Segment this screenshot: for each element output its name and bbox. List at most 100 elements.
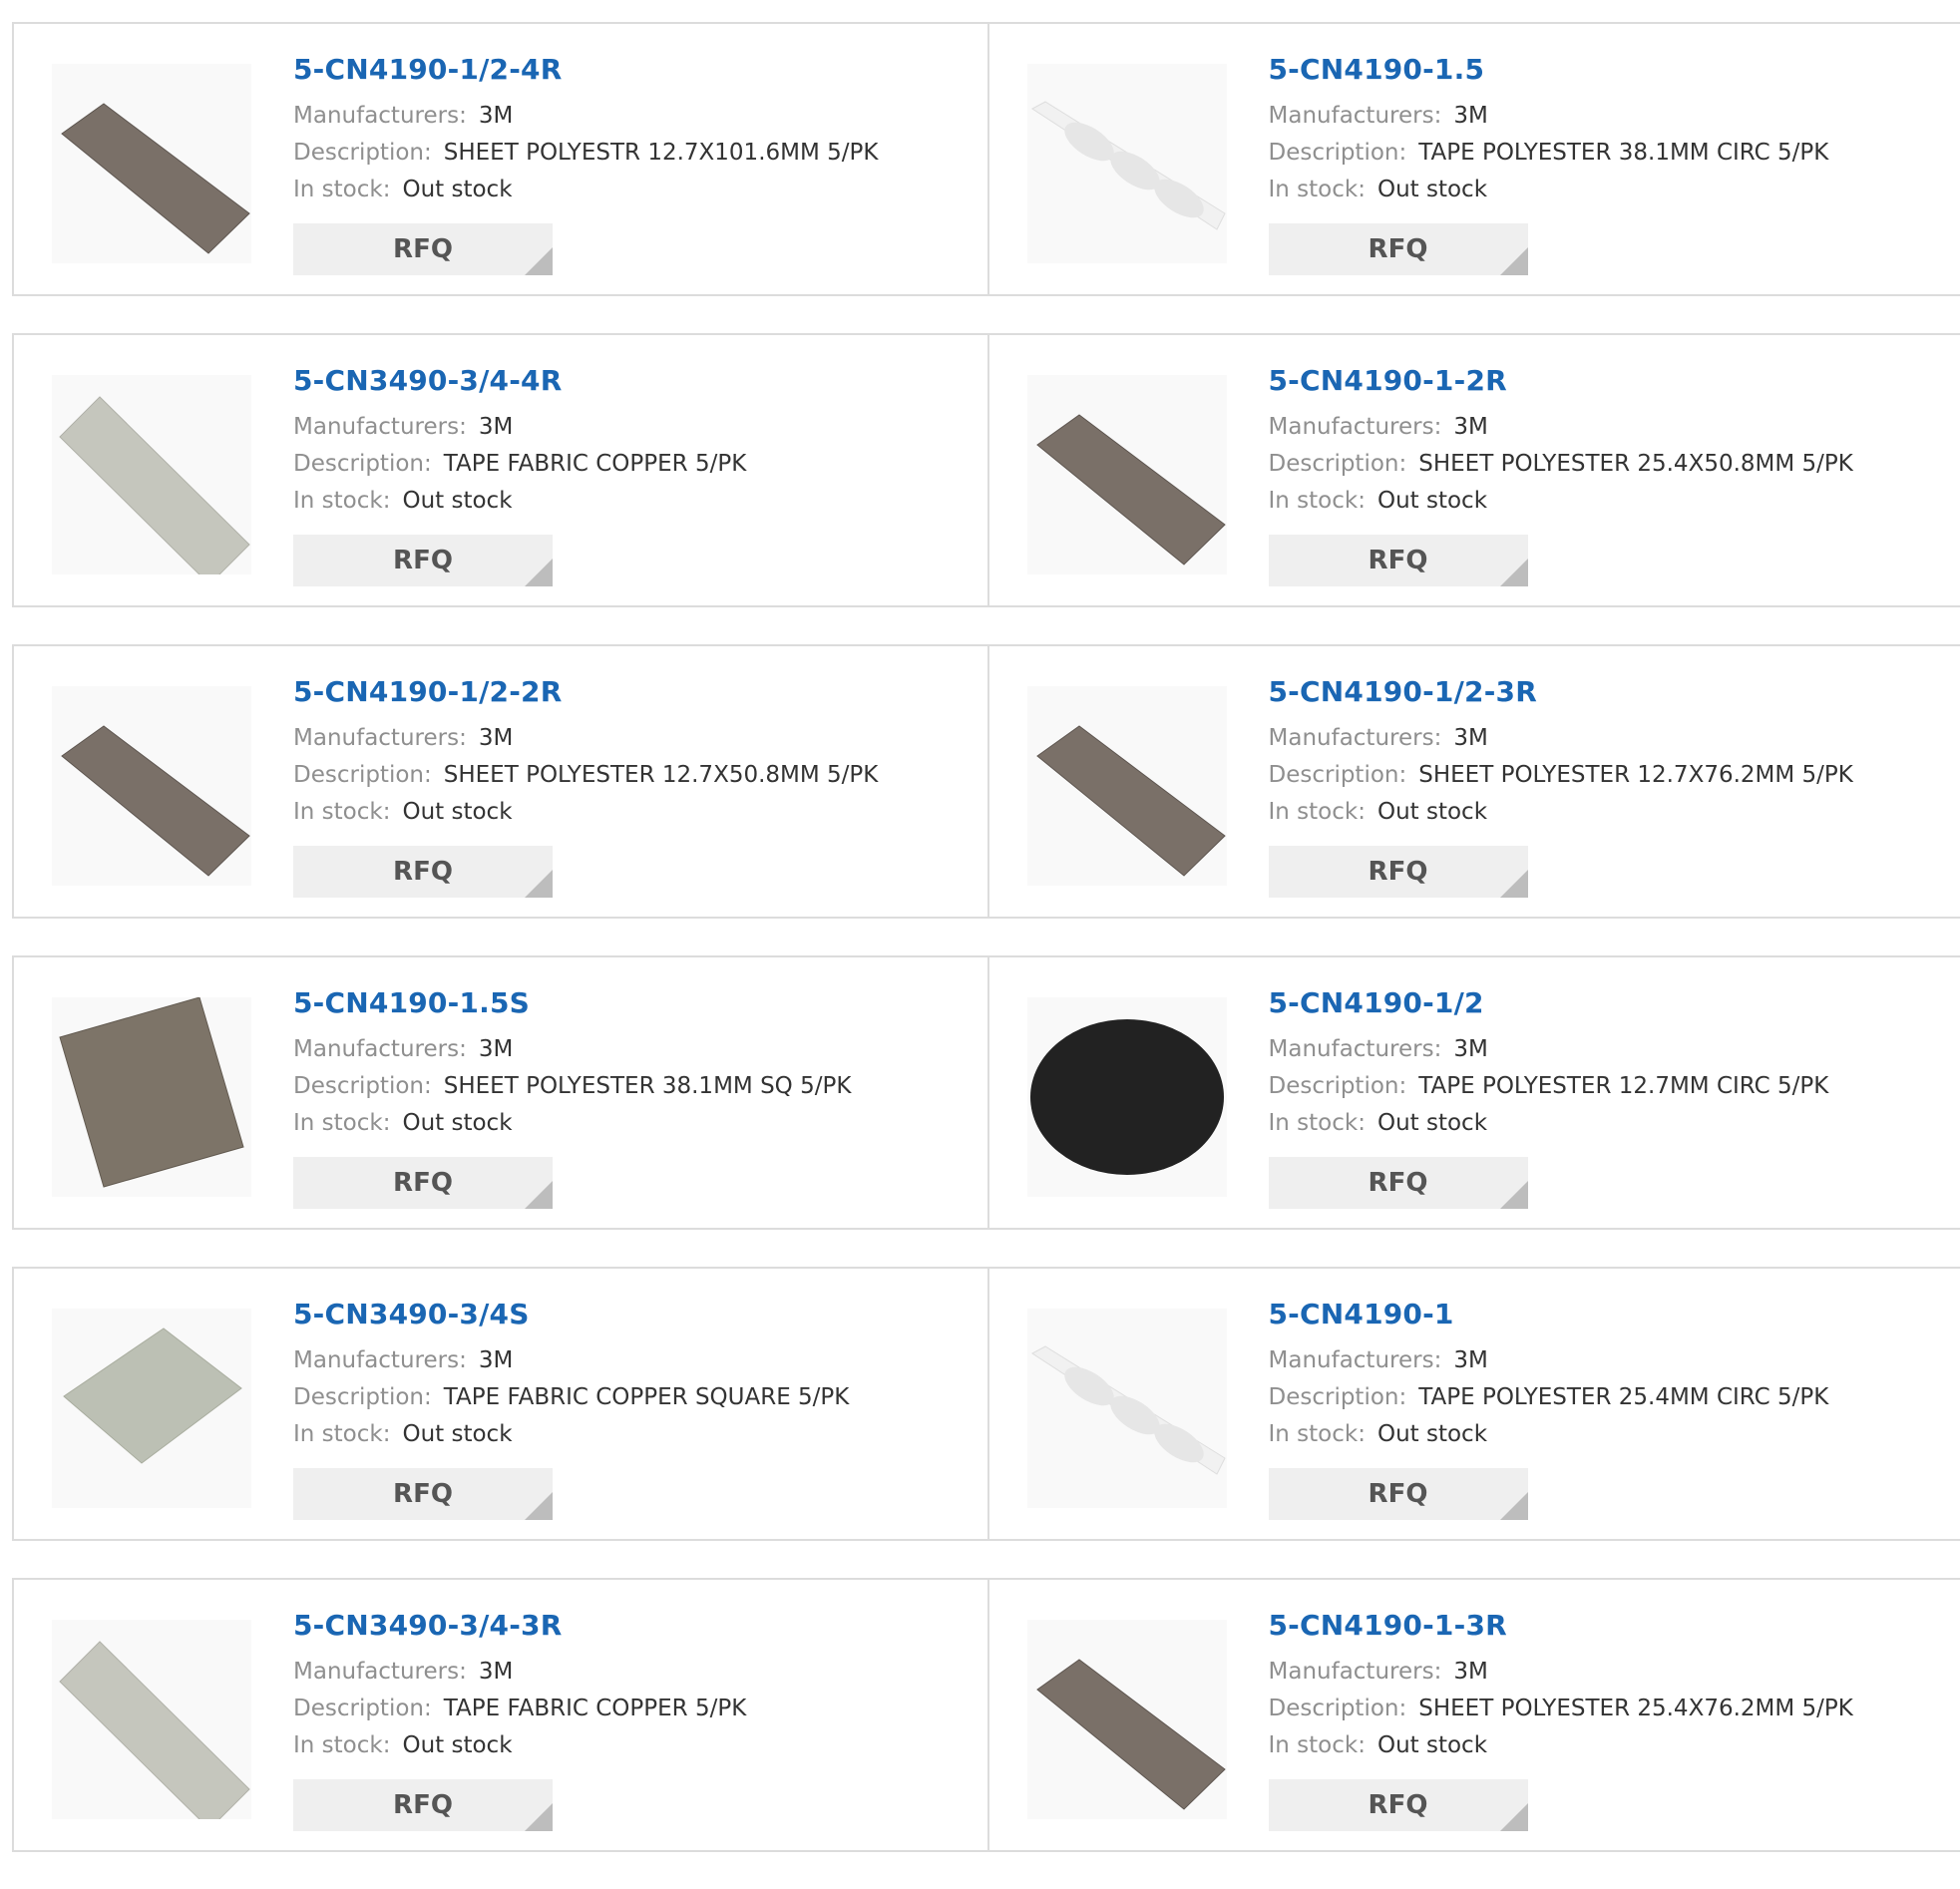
product-info: 5-CN4190-1.5 Manufacturers:3MDescription:… xyxy=(1269,54,1829,208)
product-card: 5-CN4190-1/2-4RManufacturers:3MDescripti… xyxy=(14,24,987,294)
manufacturer-line: Manufacturers:3M xyxy=(1269,98,1829,135)
product-image[interactable] xyxy=(52,64,251,263)
corner-triangle-icon xyxy=(525,559,553,586)
rfq-button[interactable]: RFQ xyxy=(1269,535,1528,586)
product-row: 5-CN4190-1.5SManufacturers:3MDescription… xyxy=(12,955,1960,1230)
stock-status-label: In stock: xyxy=(293,1732,390,1758)
product-info: 5-CN3490-3/4SManufacturers:3MDescription… xyxy=(293,1299,849,1453)
stock-status-line: In stock: Out stock xyxy=(293,794,878,831)
manufacturer-value: 3M xyxy=(1453,103,1487,129)
product-name-link[interactable]: 5-CN4190-1.5S xyxy=(293,987,851,1019)
manufacturer-line: Manufacturers:3M xyxy=(293,1654,746,1691)
manufacturer-line: Manufacturers:3M xyxy=(1269,1654,1853,1691)
rfq-button[interactable]: RFQ xyxy=(1269,846,1528,898)
product-name-link[interactable]: 5-CN3490-3/4-4R xyxy=(293,365,746,397)
description-line: Description:SHEET POLYESTER 12.7X50.8MM … xyxy=(293,757,878,794)
stock-status-value: Out stock xyxy=(1377,488,1487,514)
product-card: 5-CN3490-3/4-4R Manufacturers:3MDescripti… xyxy=(14,335,987,605)
description-label: Description: xyxy=(293,1696,432,1721)
rfq-button[interactable]: RFQ xyxy=(293,223,553,275)
product-info: 5-CN4190-1/2-2R Manufacturers:3MDescripti… xyxy=(293,676,878,831)
description-value: TAPE POLYESTER 12.7MM CIRC 5/PK xyxy=(1418,1073,1828,1099)
stock-status-value: Out stock xyxy=(1377,1110,1487,1136)
stock-status-label: In stock: xyxy=(293,488,390,514)
corner-triangle-icon xyxy=(525,1181,553,1209)
manufacturer-value: 3M xyxy=(1453,414,1487,440)
corner-triangle-icon xyxy=(525,1492,553,1520)
product-image[interactable] xyxy=(52,1620,251,1819)
rfq-button[interactable]: RFQ xyxy=(293,1779,553,1831)
stock-status-label: In stock: xyxy=(293,799,390,825)
description-value: TAPE POLYESTER 38.1MM CIRC 5/PK xyxy=(1418,140,1828,166)
product-name-link[interactable]: 5-CN3490-3/4S xyxy=(293,1299,849,1330)
rfq-button[interactable]: RFQ xyxy=(1269,1157,1528,1209)
manufacturer-line: Manufacturers:3M xyxy=(293,720,878,757)
product-info: 5-CN3490-3/4-3RManufacturers:3MDescripti… xyxy=(293,1610,746,1764)
rfq-button[interactable]: RFQ xyxy=(293,1157,553,1209)
stock-status-label: In stock: xyxy=(293,177,390,202)
stock-status-value: Out stock xyxy=(402,799,512,825)
product-image[interactable] xyxy=(52,375,251,574)
description-label: Description: xyxy=(1269,1384,1407,1410)
manufacturer-line: Manufacturers:3M xyxy=(1269,409,1853,446)
description-value: SHEET POLYESTR 12.7X101.6MM 5/PK xyxy=(444,140,879,166)
product-row: 5-CN4190-1/2-4RManufacturers:3MDescripti… xyxy=(12,22,1960,296)
stock-status-value: Out stock xyxy=(402,1732,512,1758)
product-card: 5-CN3490-3/4-3RManufacturers:3MDescripti… xyxy=(14,1580,987,1850)
product-image[interactable] xyxy=(1027,1309,1227,1508)
description-value: TAPE FABRIC COPPER 5/PK xyxy=(444,1696,747,1721)
stock-status-line: In stock:Out stock xyxy=(293,1416,849,1453)
description-line: Description:TAPE FABRIC COPPER 5/PK xyxy=(293,446,746,483)
stock-status-line: In stock:Out stock xyxy=(293,1105,851,1142)
product-card: 5-CN4190-1.5 Manufacturers:3MDescription:… xyxy=(987,24,1960,294)
description-label: Description: xyxy=(1269,1073,1407,1099)
product-image[interactable] xyxy=(52,997,251,1197)
product-name-link[interactable]: 5-CN4190-1.5 xyxy=(1269,54,1829,86)
rfq-button[interactable]: RFQ xyxy=(1269,223,1528,275)
stock-status-value: Out stock xyxy=(1377,1421,1487,1447)
product-card: 5-CN4190-1.5SManufacturers:3MDescription… xyxy=(14,957,987,1228)
manufacturer-line: Manufacturers:3M xyxy=(293,409,746,446)
product-name-link[interactable]: 5-CN4190-1/2-2R xyxy=(293,676,878,708)
product-name-link[interactable]: 5-CN4190-1 xyxy=(1269,1299,1829,1330)
description-value: SHEET POLYESTER 25.4X76.2MM 5/PK xyxy=(1418,1696,1853,1721)
product-name-link[interactable]: 5-CN4190-1-3R xyxy=(1269,1610,1853,1642)
product-name-link[interactable]: 5-CN4190-1/2-3R xyxy=(1269,676,1853,708)
description-line: Description:TAPE POLYESTER 38.1MM CIRC 5… xyxy=(1269,135,1829,172)
stock-status-label: In stock: xyxy=(293,1421,390,1447)
corner-triangle-icon xyxy=(525,870,553,898)
product-card: 5-CN3490-3/4SManufacturers:3MDescription… xyxy=(14,1269,987,1539)
product-image[interactable] xyxy=(1027,64,1227,263)
stock-status-label: In stock: xyxy=(293,1110,390,1136)
product-info: 5-CN4190-1.5SManufacturers:3MDescription… xyxy=(293,987,851,1142)
product-image[interactable] xyxy=(52,686,251,886)
description-line: Description: TAPE FABRIC COPPER 5/PK xyxy=(293,1691,746,1727)
product-name-link[interactable]: 5-CN4190-1/2-4R xyxy=(293,54,878,86)
product-info: 5-CN4190-1-2RManufacturers:3MDescription… xyxy=(1269,365,1853,520)
description-label: Description: xyxy=(293,1384,432,1410)
stock-status-label: In stock: xyxy=(1269,177,1366,202)
product-name-link[interactable]: 5-CN4190-1-2R xyxy=(1269,365,1853,397)
manufacturer-value: 3M xyxy=(1453,725,1487,751)
rfq-label: RFQ xyxy=(1269,846,1528,898)
manufacturer-label: Manufacturers: xyxy=(293,103,467,129)
rfq-button[interactable]: RFQ xyxy=(1269,1468,1528,1520)
rfq-button[interactable]: RFQ xyxy=(1269,1779,1528,1831)
stock-status-value: Out stock xyxy=(1377,1732,1487,1758)
product-name-link[interactable]: 5-CN3490-3/4-3R xyxy=(293,1610,746,1642)
product-image[interactable] xyxy=(1027,375,1227,574)
rfq-label: RFQ xyxy=(293,535,553,586)
rfq-button[interactable]: RFQ xyxy=(293,1468,553,1520)
product-name-link[interactable]: 5-CN4190-1/2 xyxy=(1269,987,1829,1019)
stock-status-line: In stock:Out stock xyxy=(293,172,878,208)
product-image[interactable] xyxy=(1027,1620,1227,1819)
product-image[interactable] xyxy=(1027,997,1227,1197)
manufacturer-label: Manufacturers: xyxy=(1269,725,1442,751)
rfq-button[interactable]: RFQ xyxy=(293,535,553,586)
stock-status-label: In stock: xyxy=(1269,1732,1366,1758)
manufacturer-value: 3M xyxy=(479,414,513,440)
rfq-button[interactable]: RFQ xyxy=(293,846,553,898)
stock-status-value: Out stock xyxy=(1377,799,1487,825)
product-image[interactable] xyxy=(52,1309,251,1508)
product-image[interactable] xyxy=(1027,686,1227,886)
